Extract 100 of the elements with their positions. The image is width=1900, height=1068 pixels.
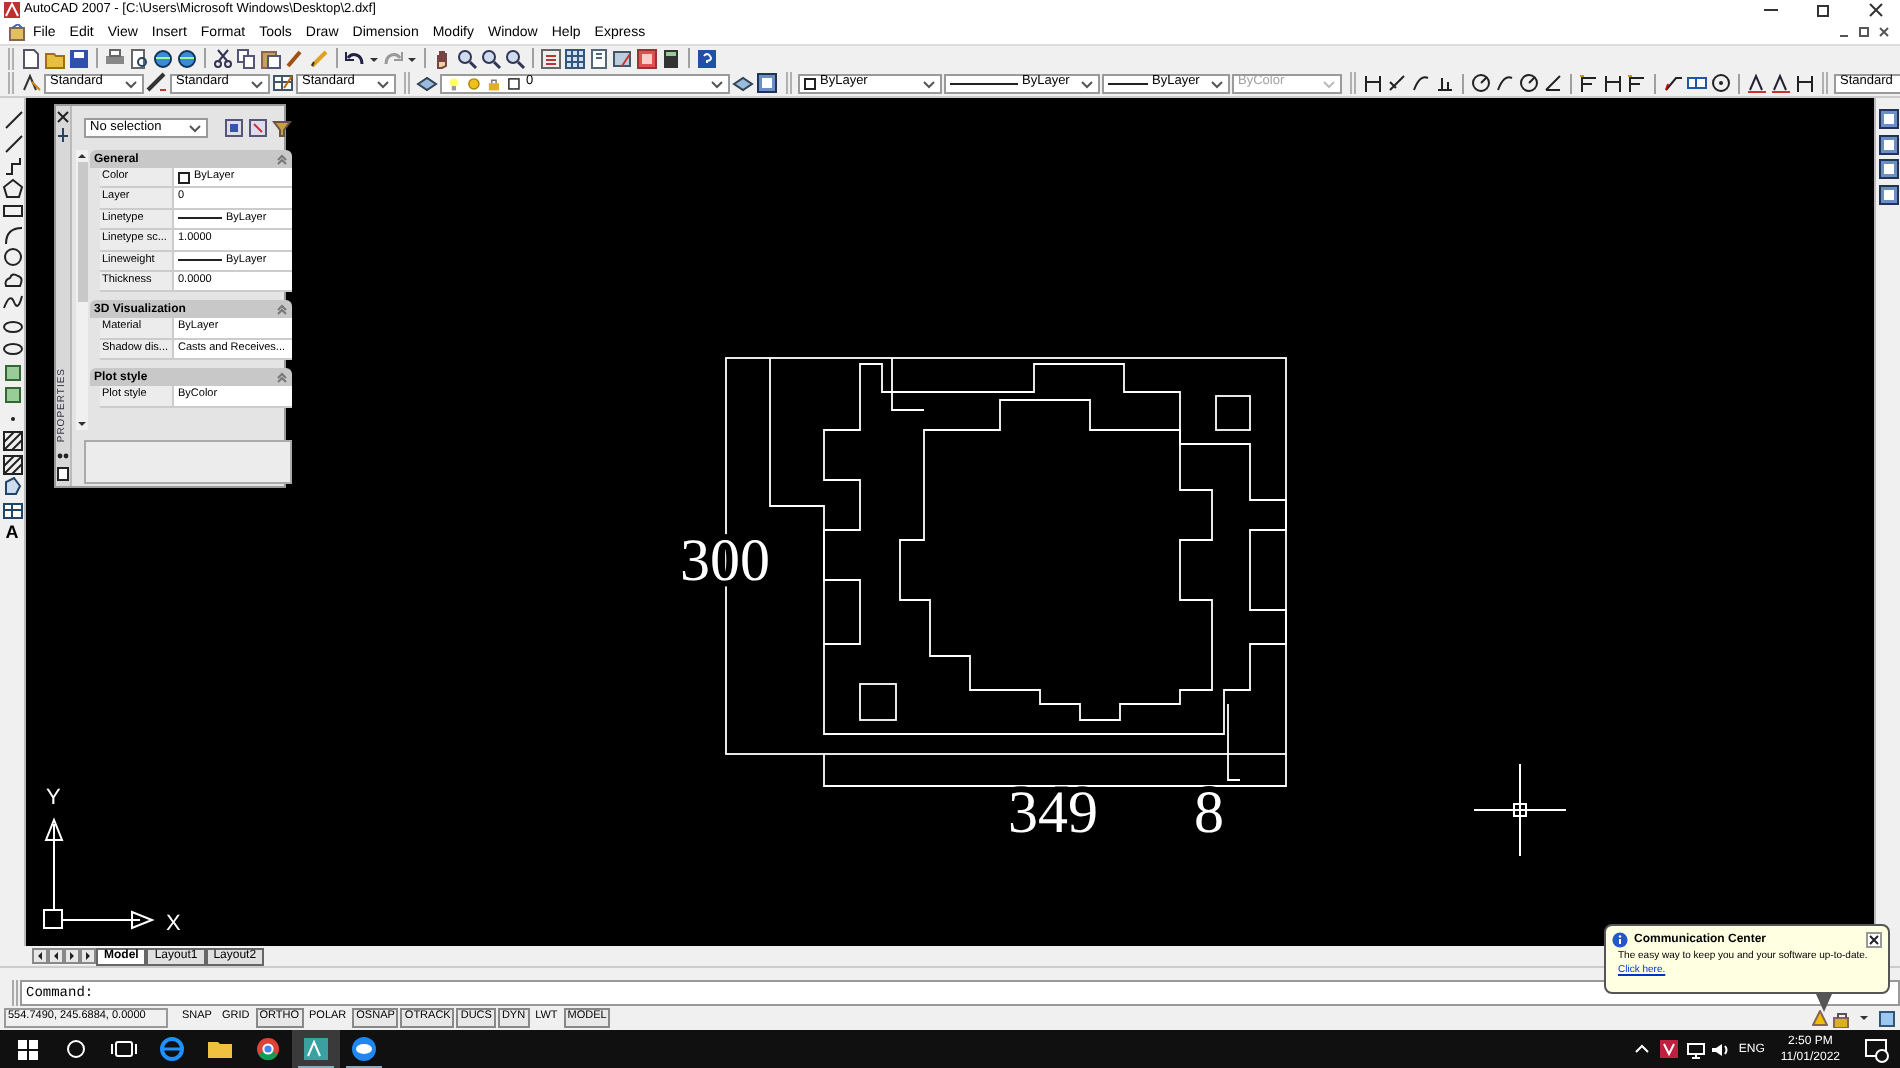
dim-edit-icon[interactable]: [1770, 72, 1792, 94]
document-restore-icon[interactable]: [1856, 24, 1872, 40]
printer-icon[interactable]: [104, 47, 126, 69]
table-style-icon[interactable]: [272, 72, 294, 94]
polygon-icon[interactable]: [1, 177, 23, 199]
dim-baseline-icon[interactable]: [1578, 72, 1600, 94]
up-arrow-icon[interactable]: [76, 150, 88, 160]
paste-icon[interactable]: [260, 47, 282, 69]
text-style-icon[interactable]: [20, 72, 42, 94]
line-icon[interactable]: [1, 108, 23, 130]
document-close-icon[interactable]: [1876, 24, 1892, 40]
notifications-icon[interactable]: [1860, 1035, 1892, 1063]
undo-icon[interactable]: [344, 47, 366, 69]
globe-icon[interactable]: [176, 47, 198, 69]
brush-icon[interactable]: [284, 47, 306, 69]
markup-icon[interactable]: [612, 47, 634, 69]
spline-icon[interactable]: [1, 292, 23, 314]
leader-icon[interactable]: [1662, 72, 1684, 94]
axis-label: X: [166, 912, 181, 936]
arc-icon[interactable]: [1, 223, 23, 245]
text-tool[interactable]: A: [5, 524, 19, 542]
color-swatch-icon: [178, 171, 190, 184]
layers-icon[interactable]: [732, 72, 754, 94]
dim-linear-icon[interactable]: [1602, 72, 1624, 94]
globe-icon[interactable]: [152, 47, 174, 69]
collapse-icon: [276, 371, 288, 384]
first-tab-icon[interactable]: [32, 948, 48, 964]
center-mark-icon[interactable]: [1710, 72, 1732, 94]
caret-icon[interactable]: [1858, 1012, 1870, 1024]
grid-icon[interactable]: [564, 47, 586, 69]
layers-icon[interactable]: [416, 72, 438, 94]
rectangle-icon[interactable]: [1, 200, 23, 222]
calculator-icon[interactable]: [660, 47, 682, 69]
close-icon[interactable]: [56, 110, 70, 124]
circle-icon[interactable]: [1, 246, 23, 268]
dim-linear-icon[interactable]: [1362, 72, 1384, 94]
dim-baseline-icon[interactable]: [1626, 72, 1648, 94]
previous-tab-icon[interactable]: [48, 948, 64, 964]
picture-icon[interactable]: [636, 47, 658, 69]
block-icon[interactable]: [1, 361, 23, 383]
quick-select-icon[interactable]: [272, 118, 292, 138]
next-tab-icon[interactable]: [64, 948, 80, 964]
view-icon[interactable]: [1877, 183, 1899, 205]
ellipse-icon[interactable]: [1, 338, 23, 360]
hatch-icon[interactable]: [1, 453, 23, 475]
shield-icon[interactable]: [1660, 1040, 1679, 1058]
view-icon[interactable]: [1877, 158, 1899, 180]
sheet-icon[interactable]: [588, 47, 610, 69]
zoom-icon[interactable]: [504, 47, 526, 69]
preview-icon[interactable]: [128, 47, 150, 69]
region-icon[interactable]: [1, 476, 23, 498]
dim-edit-icon[interactable]: [1746, 72, 1768, 94]
view-icon[interactable]: [756, 72, 778, 94]
dim-aligned-icon[interactable]: [1386, 72, 1408, 94]
line-icon[interactable]: [1, 131, 23, 153]
dim-arc-icon[interactable]: [1494, 72, 1516, 94]
dimension-style-icon[interactable]: [146, 72, 168, 94]
help-icon[interactable]: [696, 47, 718, 69]
scissors-icon[interactable]: [212, 47, 234, 69]
speaker-icon[interactable]: [1710, 1039, 1731, 1059]
close-icon[interactable]: [1866, 932, 1882, 948]
zoom-icon[interactable]: [456, 47, 478, 69]
clean-screen-icon[interactable]: [1878, 1009, 1896, 1027]
dimension-text: 8: [1194, 780, 1224, 846]
cloud-icon[interactable]: [1, 269, 23, 291]
info-icon: [1612, 932, 1628, 948]
zoom-icon[interactable]: [480, 47, 502, 69]
hatch-icon[interactable]: [1, 430, 23, 452]
drawing-icon[interactable]: [8, 23, 26, 41]
scrollbar[interactable]: [76, 150, 88, 430]
polyline-icon[interactable]: [1, 154, 23, 176]
line-sample-icon: [950, 79, 1018, 87]
pencil-icon[interactable]: [308, 47, 330, 69]
toggle-pickadd-icon[interactable]: [224, 118, 244, 138]
save-icon[interactable]: [68, 47, 90, 69]
select-objects-icon[interactable]: [248, 118, 268, 138]
dim-radius-icon[interactable]: [1518, 72, 1540, 94]
dim-ordinate-icon[interactable]: [1434, 72, 1456, 94]
dim-radius-icon[interactable]: [1470, 72, 1492, 94]
lock-icon[interactable]: [1832, 1009, 1850, 1027]
view-icon[interactable]: [1877, 108, 1899, 130]
color-swatch-icon: [804, 77, 816, 89]
down-arrow-icon[interactable]: [76, 420, 88, 430]
table-icon[interactable]: [1, 499, 23, 521]
tolerance-icon[interactable]: [1686, 72, 1708, 94]
options-icon[interactable]: [56, 450, 70, 462]
properties-icon[interactable]: [56, 466, 70, 482]
last-tab-icon[interactable]: [80, 948, 96, 964]
view-icon[interactable]: [1877, 133, 1899, 155]
network-icon[interactable]: [1686, 1039, 1707, 1059]
cad-app-icon[interactable]: [292, 1030, 340, 1068]
dim-linear-icon[interactable]: [1794, 72, 1816, 94]
dim-arc-icon[interactable]: [1410, 72, 1432, 94]
ellipse-icon[interactable]: [1, 315, 23, 337]
pin-icon[interactable]: [56, 128, 70, 142]
dim-angular-icon[interactable]: [1542, 72, 1564, 94]
warning-icon[interactable]: [1812, 1010, 1828, 1026]
square-icon: [506, 75, 522, 91]
block-icon[interactable]: [1, 384, 23, 406]
copy-icon[interactable]: [236, 47, 258, 69]
